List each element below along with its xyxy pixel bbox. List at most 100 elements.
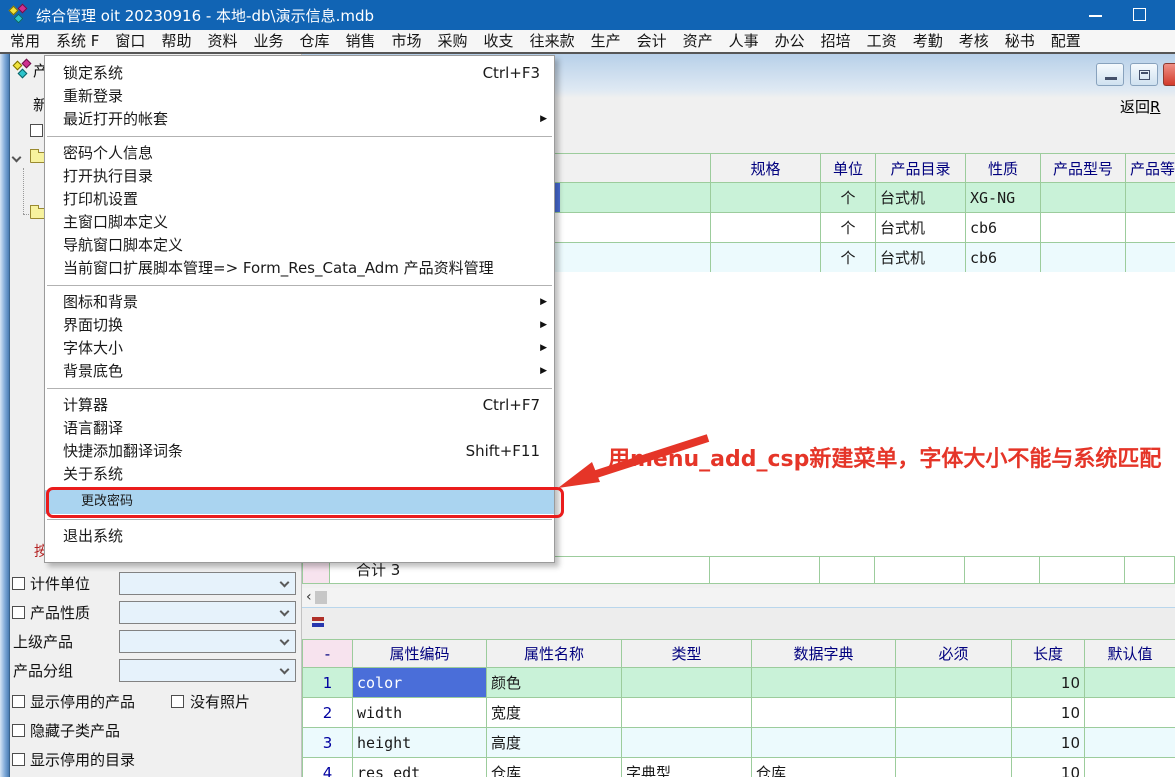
menubar-item-market[interactable]: 市场 xyxy=(384,30,430,52)
menubar-item-config[interactable]: 配置 xyxy=(1043,30,1089,52)
menu-item-open-exec-dir[interactable]: 打开执行目录 xyxy=(45,165,554,188)
cell-length[interactable]: 10 xyxy=(1012,668,1085,698)
folder-icon[interactable] xyxy=(30,208,45,219)
col-header-attr-code[interactable]: 属性编码 xyxy=(353,640,487,668)
cell-grade[interactable] xyxy=(1126,183,1175,213)
cell-grade[interactable] xyxy=(1126,243,1175,273)
cell-required[interactable] xyxy=(896,758,1012,777)
cell-nature[interactable]: cb6 xyxy=(966,243,1041,273)
menu-item-ui-switch[interactable]: 界面切换▶ xyxy=(45,314,554,337)
cell-row-number[interactable]: 4 xyxy=(303,758,353,777)
scrollbar-thumb[interactable] xyxy=(315,591,327,604)
menubar-item-help[interactable]: 帮助 xyxy=(153,30,199,52)
cell-default[interactable] xyxy=(1085,668,1175,698)
cell-attr-name[interactable]: 仓库 xyxy=(487,758,622,777)
inner-restore-button[interactable] xyxy=(1130,63,1158,86)
cell-attr-code[interactable]: width xyxy=(353,698,487,728)
menubar-item-recruit-train[interactable]: 招培 xyxy=(813,30,859,52)
menu-item-password-personal-info[interactable]: 密码个人信息 xyxy=(45,142,554,165)
col-header-type[interactable]: 类型 xyxy=(622,640,752,668)
menubar-item-income-expense[interactable]: 收支 xyxy=(476,30,522,52)
menu-item-font-size[interactable]: 字体大小▶ xyxy=(45,337,554,360)
cell-spec[interactable] xyxy=(711,183,821,213)
cell-length[interactable]: 10 xyxy=(1012,758,1085,777)
menubar-item-warehouse[interactable]: 仓库 xyxy=(291,30,337,52)
cell-length[interactable]: 10 xyxy=(1012,728,1085,758)
cell-type[interactable] xyxy=(622,668,752,698)
col-header-length[interactable]: 长度 xyxy=(1012,640,1085,668)
cell-length[interactable]: 10 xyxy=(1012,698,1085,728)
back-link[interactable]: 返回R xyxy=(1120,96,1160,117)
attribute-row[interactable]: 4 res_edt 仓库 字典型 仓库 10 xyxy=(303,758,1175,777)
menubar-item-purchase[interactable]: 采购 xyxy=(430,30,476,52)
scroll-left-icon[interactable]: ‹ xyxy=(306,588,312,607)
cell-catalog[interactable]: 台式机 xyxy=(876,213,966,243)
menubar-item-production[interactable]: 生产 xyxy=(583,30,629,52)
menubar-item-assessment[interactable]: 考核 xyxy=(951,30,997,52)
unit-filter-checkbox[interactable] xyxy=(12,577,25,590)
cell-attr-name[interactable]: 宽度 xyxy=(487,698,622,728)
menu-item-current-window-ext-script[interactable]: 当前窗口扩展脚本管理=> Form_Res_Cata_Adm 产品资料管理 xyxy=(45,257,554,280)
menubar-item-receivable-payable[interactable]: 往来款 xyxy=(522,30,583,52)
inner-close-button[interactable] xyxy=(1163,63,1175,86)
menubar-item-system[interactable]: 系统 F xyxy=(48,30,107,52)
minimize-button[interactable] xyxy=(1074,0,1118,30)
menubar-item-secretary[interactable]: 秘书 xyxy=(997,30,1043,52)
tree-checkbox[interactable] xyxy=(30,124,43,137)
cell-type[interactable] xyxy=(622,728,752,758)
menubar-item-sales[interactable]: 销售 xyxy=(338,30,384,52)
cell-dict[interactable] xyxy=(752,698,896,728)
menu-item-exit-system[interactable]: 退出系统 xyxy=(45,525,554,548)
cell-catalog[interactable]: 台式机 xyxy=(876,183,966,213)
col-header-required[interactable]: 必须 xyxy=(896,640,1012,668)
cell-required[interactable] xyxy=(896,728,1012,758)
menubar-item-data[interactable]: 资料 xyxy=(199,30,245,52)
menu-item-background-color[interactable]: 背景底色▶ xyxy=(45,360,554,383)
cell-attr-code[interactable]: height xyxy=(353,728,487,758)
show-disabled-catalog-checkbox[interactable] xyxy=(12,753,25,766)
menubar-item-attendance[interactable]: 考勤 xyxy=(905,30,951,52)
menu-item-lock-system[interactable]: Ctrl+F3锁定系统 xyxy=(45,62,554,85)
cell-row-number[interactable]: 2 xyxy=(303,698,353,728)
cell-attr-code[interactable]: res_edt xyxy=(353,758,487,777)
col-header-unit[interactable]: 单位 xyxy=(821,154,876,183)
cell-unit[interactable]: 个 xyxy=(821,213,876,243)
product-group-combo[interactable] xyxy=(119,659,296,682)
folder-icon[interactable] xyxy=(30,152,45,163)
attribute-row[interactable]: 3 height 高度 10 xyxy=(303,728,1175,758)
menu-item-main-window-script[interactable]: 主窗口脚本定义 xyxy=(45,211,554,234)
cell-grade[interactable] xyxy=(1126,213,1175,243)
hide-subclass-checkbox[interactable] xyxy=(12,724,25,737)
cell-unit[interactable]: 个 xyxy=(821,183,876,213)
unit-filter-combo[interactable] xyxy=(119,572,296,595)
menu-item-about-system[interactable]: 关于系统 xyxy=(45,463,554,486)
attribute-row[interactable]: 1 color 颜色 10 xyxy=(303,668,1175,698)
cell-catalog[interactable]: 台式机 xyxy=(876,243,966,273)
menubar-item-window[interactable]: 窗口 xyxy=(107,30,153,52)
cell-row-number[interactable]: 3 xyxy=(303,728,353,758)
cell-attr-code-selected[interactable]: color xyxy=(353,668,487,698)
swap-rows-icon[interactable] xyxy=(311,616,325,629)
menu-item-recent-accounts[interactable]: 最近打开的帐套▶ xyxy=(45,108,554,131)
menubar-item-assets[interactable]: 资产 xyxy=(675,30,721,52)
col-header-catalog[interactable]: 产品目录 xyxy=(876,154,966,183)
cell-spec[interactable] xyxy=(711,213,821,243)
cell-model[interactable] xyxy=(1041,213,1126,243)
nature-filter-combo[interactable] xyxy=(119,601,296,624)
nature-filter-checkbox[interactable] xyxy=(12,606,25,619)
menu-item-quick-add-translation[interactable]: Shift+F11快捷添加翻译词条 xyxy=(45,440,554,463)
attribute-row[interactable]: 2 width 宽度 10 xyxy=(303,698,1175,728)
cell-model[interactable] xyxy=(1041,183,1126,213)
cell-unit[interactable]: 个 xyxy=(821,243,876,273)
col-header-nature[interactable]: 性质 xyxy=(966,154,1041,183)
inner-minimize-button[interactable] xyxy=(1096,63,1124,86)
cell-attr-name[interactable]: 高度 xyxy=(487,728,622,758)
horizontal-scrollbar[interactable]: ‹ xyxy=(302,588,1175,608)
no-photo-checkbox[interactable] xyxy=(171,695,184,708)
cell-dict[interactable] xyxy=(752,668,896,698)
menubar-item-business[interactable]: 业务 xyxy=(245,30,291,52)
parent-product-combo[interactable] xyxy=(119,630,296,653)
col-header-dict[interactable]: 数据字典 xyxy=(752,640,896,668)
col-header-attr-name[interactable]: 属性名称 xyxy=(487,640,622,668)
menu-item-printer-settings[interactable]: 打印机设置 xyxy=(45,188,554,211)
